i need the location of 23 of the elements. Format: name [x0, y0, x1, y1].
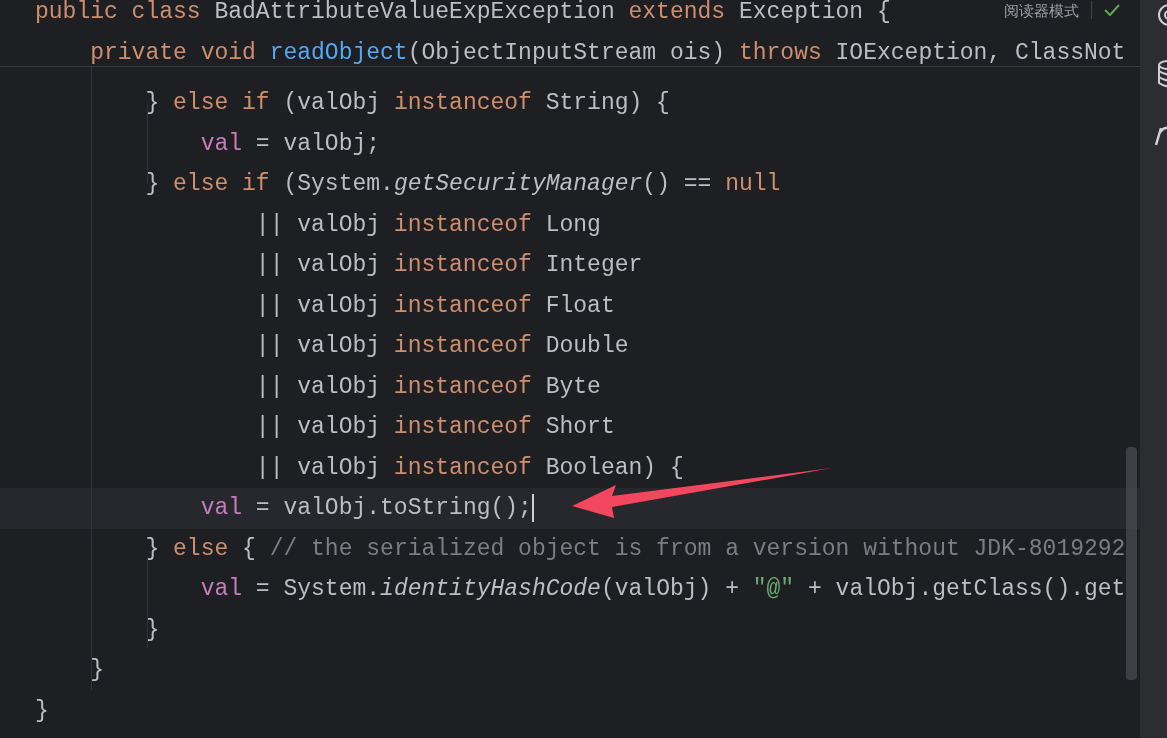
- code-line: || valObj instanceof Byte: [254, 372, 601, 402]
- code-line: } else if (System.getSecurityManager() == null: [144, 170, 781, 199]
- code-line: private void readObject(ObjectInputStream ois) throws IOException, ClassNot: [89, 38, 1126, 66]
- code-line: || valObj instanceof Short: [254, 413, 615, 442]
- reader-mode-label[interactable]: 阅读器模式: [1004, 2, 1079, 18]
- code-line: public class BadAttributeValueExpException extends Exception {: [35, 0, 891, 27]
- code-line: || valObj instanceof Integer: [254, 251, 643, 280]
- code-line: val = valObj;: [199, 129, 381, 159]
- code-line: } else if (valObj instanceof String) {: [144, 89, 670, 118]
- code-line: val = valObj.toString();: [199, 494, 532, 523]
- database-icon[interactable]: [1157, 60, 1167, 88]
- code-line: || valObj instanceof Float: [254, 291, 615, 321]
- code-line: val = System.identityHashCode(valObj) + "@" + valObj.getClass().get: [199, 575, 1126, 604]
- at-sign-icon[interactable]: [1157, 2, 1167, 28]
- code-line: } else { // the serialized object is from a version without JDK-8019292: [144, 534, 1126, 564]
- code-line: || valObj instanceof Long: [254, 210, 601, 240]
- code-line: }: [89, 656, 104, 685]
- code-line: }: [35, 696, 49, 726]
- code-line: || valObj instanceof Double: [254, 332, 629, 361]
- code-line: }: [144, 615, 160, 645]
- code-line: || valObj instanceof Boolean) {: [254, 453, 684, 483]
- scrollbar-thumb[interactable]: [1126, 447, 1137, 680]
- text-cursor: [531, 494, 534, 523]
